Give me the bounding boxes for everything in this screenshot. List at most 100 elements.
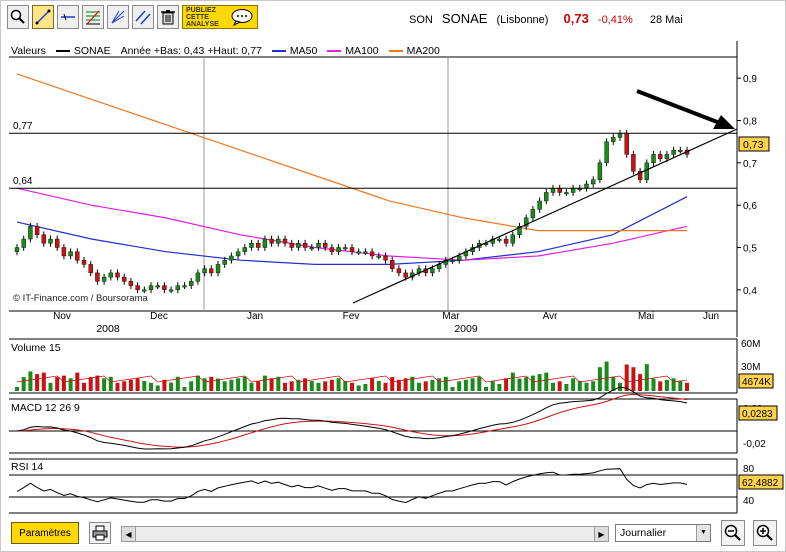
candle-body	[262, 238, 268, 248]
scroll-left-arrow-icon[interactable]: ◀	[122, 527, 136, 541]
volume-bar	[571, 378, 576, 391]
horizontal-scrollbar[interactable]: ◀ ▶	[121, 526, 609, 542]
volume-bar	[68, 378, 73, 391]
volume-bar	[202, 378, 207, 391]
volume-bar	[524, 377, 529, 391]
volume-bar	[370, 378, 375, 391]
horizontal-line-button[interactable]	[57, 5, 79, 29]
candle-body	[108, 272, 114, 278]
line-tool-button[interactable]	[32, 5, 54, 29]
volume-bar	[544, 372, 549, 391]
candle-body	[276, 238, 281, 244]
parallel-lines-icon	[135, 10, 151, 25]
candle-body	[168, 289, 174, 292]
volume-tick-30m: 30M	[741, 362, 760, 373]
print-button[interactable]	[89, 522, 111, 544]
rsi-tick-40: 40	[743, 496, 755, 507]
candle-body	[101, 276, 107, 282]
candle-body	[557, 188, 562, 193]
volume-bar	[35, 374, 40, 391]
volume-bar	[336, 378, 341, 391]
candle-body	[564, 192, 569, 195]
volume-bar	[604, 361, 609, 391]
candle-body	[55, 238, 60, 248]
rsi-last-label: 62,4882	[742, 478, 779, 489]
volume-bar	[229, 379, 234, 391]
zoom-in-button[interactable]	[753, 520, 777, 546]
candle-body	[135, 285, 140, 291]
publish-analysis-button[interactable]: PUBLIEZ CETTE ANALYSE	[182, 5, 258, 29]
year-label-2009: 2009	[454, 323, 478, 335]
candle-body	[48, 238, 53, 244]
candle-body	[128, 281, 134, 286]
volume-bar	[685, 382, 689, 391]
fan-lines-button[interactable]	[107, 5, 129, 29]
x-tick-label: Nov	[53, 311, 71, 322]
candle-body	[302, 243, 308, 248]
volume-bar	[644, 364, 649, 391]
delete-button[interactable]	[157, 5, 179, 29]
candle-body	[269, 238, 274, 244]
volume-bar	[21, 377, 26, 391]
volume-bar	[329, 379, 334, 391]
x-tick-label: Dec	[150, 311, 168, 322]
candle-body	[242, 247, 248, 252]
support-trendline[interactable]	[352, 128, 738, 304]
speech-bubble-icon	[231, 9, 253, 26]
bottom-bar: Paramètres ◀ ▶ Journalier ▼	[1, 518, 786, 552]
annotation-arrow[interactable]	[636, 89, 726, 127]
legend-item-ma100: MA100	[327, 45, 379, 57]
fibonacci-button[interactable]	[82, 5, 104, 29]
volume-bar	[28, 371, 33, 391]
candle-body	[530, 209, 536, 219]
parallel-lines-button[interactable]	[132, 5, 154, 29]
volume-bar	[624, 364, 629, 391]
last-price-marker	[738, 136, 770, 152]
horizontal-line-icon	[61, 13, 75, 21]
x-tick-label: Fev	[343, 311, 360, 322]
zoom-tool-button[interactable]	[7, 5, 29, 29]
candle-body	[363, 251, 368, 254]
scroll-right-arrow-icon[interactable]: ▶	[594, 527, 608, 541]
fibonacci-icon	[86, 10, 100, 25]
volume-bar	[82, 382, 86, 391]
candle-body	[383, 255, 388, 261]
volume-bar	[222, 381, 227, 391]
volume-bar	[41, 372, 46, 391]
volume-bar	[108, 376, 113, 391]
candle-body	[21, 238, 26, 248]
legend-item-ma50: MA50	[271, 45, 317, 57]
volume-bar	[631, 367, 636, 391]
volume-bar	[169, 382, 174, 391]
last-price: 0,73	[563, 11, 589, 26]
candle-body	[423, 268, 428, 274]
volume-bar	[678, 381, 683, 391]
volume-bar	[236, 378, 241, 391]
volume-bar	[490, 381, 495, 391]
volume-bar	[48, 382, 53, 391]
candle-body	[550, 188, 556, 193]
x-tick-label: Jun	[703, 311, 719, 322]
candle-body	[410, 272, 415, 278]
volume-tick-60m: 60M	[741, 339, 760, 350]
ma50-line	[16, 196, 688, 265]
volume-bar	[396, 379, 401, 391]
fan-lines-icon	[111, 10, 125, 24]
parameters-button[interactable]: Paramètres	[11, 522, 79, 544]
candle-body	[396, 268, 402, 274]
ticker-symbol: SON	[409, 14, 433, 26]
ma100-line	[16, 187, 688, 261]
volume-bar	[597, 367, 602, 391]
price-chart[interactable]: 0,77 0,64 0,4 0,5 0,6 0,7 0,8 0,9 Nov Dec Jan Fev…	[1, 1, 786, 516]
candle-body	[457, 255, 462, 261]
zoom-out-button[interactable]	[721, 520, 745, 546]
period-select[interactable]: Journalier ▼	[615, 524, 711, 542]
volume-bar	[343, 381, 348, 391]
candle-body	[490, 238, 495, 244]
volume-bar	[423, 381, 428, 391]
candle-body	[537, 200, 542, 210]
volume-bar	[155, 385, 160, 391]
magnifier-icon	[10, 9, 25, 24]
annotation-arrowhead	[713, 115, 735, 129]
candle-body	[664, 154, 670, 159]
